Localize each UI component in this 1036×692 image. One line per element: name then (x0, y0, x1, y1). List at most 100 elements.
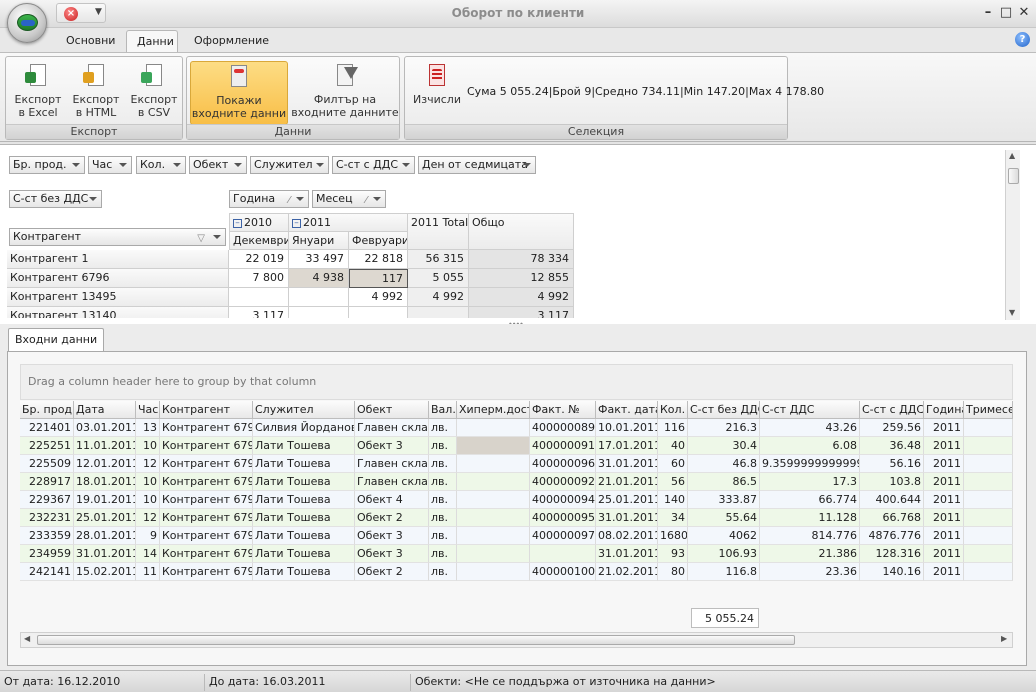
column-field-month[interactable]: Месец ⁄ (312, 190, 386, 208)
grid-cell[interactable] (457, 473, 530, 491)
close-icon[interactable]: × (64, 7, 78, 21)
grid-horizontal-scrollbar[interactable]: ◀ ▶ (20, 632, 1013, 648)
column-header[interactable]: Обект (355, 401, 429, 419)
grid-cell[interactable]: Обект 3 (355, 527, 429, 545)
grid-cell[interactable]: Силвия Йорданова (253, 419, 355, 437)
grid-cell[interactable]: Обект 2 (355, 509, 429, 527)
grid-cell[interactable]: 56 (658, 473, 688, 491)
grid-cell[interactable] (457, 563, 530, 581)
column-header[interactable]: Бр. прод. (20, 401, 74, 419)
grid-cell[interactable]: лв. (429, 527, 457, 545)
grid-cell[interactable]: 10 (136, 491, 160, 509)
grid-cell[interactable]: 12 (136, 455, 160, 473)
col-header-month[interactable]: Декември (229, 232, 289, 250)
grid-cell[interactable]: 10 (136, 437, 160, 455)
column-header[interactable]: Час (136, 401, 160, 419)
grid-cell[interactable]: 4062 (688, 527, 760, 545)
grid-cell[interactable]: лв. (429, 491, 457, 509)
filter-field-sale-no[interactable]: Бр. прод. (9, 156, 85, 174)
grid-cell[interactable]: 15.02.2011 (74, 563, 136, 581)
scroll-down-icon[interactable]: ▼ (1009, 308, 1015, 317)
group-by-panel[interactable]: Drag a column header here to group by th… (20, 364, 1013, 400)
grid-cell[interactable]: Главен склад (355, 455, 429, 473)
grid-cell[interactable]: 4876.776 (860, 527, 924, 545)
grid-cell[interactable]: 10.01.2011 (596, 419, 658, 437)
pivot-cell[interactable]: 7 800 (229, 269, 289, 288)
col-header-2011[interactable]: –2011 (289, 213, 408, 232)
grid-cell[interactable]: 400.644 (860, 491, 924, 509)
pivot-cell[interactable]: 4 992 (349, 288, 408, 307)
scroll-thumb[interactable] (37, 635, 795, 645)
grid-cell[interactable] (964, 455, 1013, 473)
grid-cell[interactable]: Контрагент 6796 (160, 563, 253, 581)
grid-cell[interactable]: 46.8 (688, 455, 760, 473)
column-header[interactable]: Вал. (429, 401, 457, 419)
help-icon[interactable]: ? (1015, 32, 1030, 47)
grid-cell[interactable]: 31.01.2011 (74, 545, 136, 563)
row-field-counterparty[interactable]: Контрагент ▽ (9, 228, 226, 246)
grid-cell[interactable]: Главен склад (355, 419, 429, 437)
grid-cell[interactable] (964, 419, 1013, 437)
grid-cell[interactable]: Лати Тошева (253, 509, 355, 527)
grid-cell[interactable]: 12 (136, 509, 160, 527)
grid-cell[interactable] (964, 491, 1013, 509)
pivot-cell[interactable]: 4 992 (469, 288, 574, 307)
grid-cell[interactable]: 6.08 (760, 437, 860, 455)
customize-qat-icon[interactable]: ▼ (95, 7, 102, 17)
pivot-vertical-scrollbar[interactable]: ▲ ▼ (1005, 150, 1020, 320)
grid-cell[interactable]: 140 (658, 491, 688, 509)
grid-cell[interactable]: Контрагент 6796 (160, 473, 253, 491)
grid-cell[interactable]: Контрагент 6796 (160, 419, 253, 437)
tab-main[interactable]: Основни (56, 30, 125, 52)
pivot-cell-selected[interactable]: 117 (349, 269, 408, 288)
grid-cell[interactable] (457, 437, 530, 455)
column-header[interactable]: С-ст без ДДС (688, 401, 760, 419)
pivot-cell[interactable]: 22 818 (349, 250, 408, 269)
grid-cell[interactable]: 233359 (20, 527, 74, 545)
grid-cell[interactable] (457, 527, 530, 545)
export-html-button[interactable]: Експорт в HTML (68, 61, 124, 119)
grid-cell[interactable]: 21.386 (760, 545, 860, 563)
scroll-up-icon[interactable]: ▲ (1009, 151, 1015, 160)
grid-cell[interactable]: 11.128 (760, 509, 860, 527)
column-header[interactable]: Кол. (658, 401, 688, 419)
pivot-cell[interactable]: 22 019 (229, 250, 289, 269)
col-header-month[interactable]: Февруари (349, 232, 408, 250)
grid-cell[interactable]: 25.01.2011 (596, 491, 658, 509)
grid-cell[interactable]: 2011 (924, 491, 964, 509)
column-header[interactable]: Дата (74, 401, 136, 419)
grid-cell[interactable]: 814.776 (760, 527, 860, 545)
grid-cell[interactable]: Лати Тошева (253, 563, 355, 581)
grid-cell[interactable]: 11 (136, 563, 160, 581)
grid-cell[interactable]: 2011 (924, 527, 964, 545)
pivot-cell[interactable]: 12 855 (469, 269, 574, 288)
column-header[interactable]: Тримесеч (964, 401, 1013, 419)
export-excel-button[interactable]: Експорт в Excel (10, 61, 66, 119)
filter-field-price-vat[interactable]: С-ст с ДДС (332, 156, 415, 174)
grid-cell[interactable]: 2011 (924, 455, 964, 473)
column-header[interactable]: Контрагент (160, 401, 253, 419)
grid-cell[interactable]: 225509 (20, 455, 74, 473)
pivot-cell[interactable] (289, 288, 349, 307)
grid-cell[interactable]: 30.4 (688, 437, 760, 455)
grid-cell[interactable]: 31.01.2011 (596, 455, 658, 473)
grid-cell[interactable]: Обект 2 (355, 563, 429, 581)
tab-input-data[interactable]: Входни данни (8, 328, 105, 352)
grid-cell[interactable]: 225251 (20, 437, 74, 455)
grid-cell[interactable]: 4000000962 (530, 455, 596, 473)
grid-cell[interactable]: 13 (136, 419, 160, 437)
grid-cell[interactable]: 80 (658, 563, 688, 581)
grid-cell[interactable]: лв. (429, 419, 457, 437)
grid-cell[interactable]: 242141 (20, 563, 74, 581)
column-header[interactable]: Година (924, 401, 964, 419)
grid-cell[interactable]: 21.01.2011 (596, 473, 658, 491)
grid-cell[interactable]: 17.3 (760, 473, 860, 491)
grid-cell[interactable]: 60 (658, 455, 688, 473)
scroll-right-icon[interactable]: ▶ (1001, 634, 1007, 643)
grid-cell[interactable]: Контрагент 6796 (160, 545, 253, 563)
grid-cell[interactable]: 232231 (20, 509, 74, 527)
filter-input-data-button[interactable]: Филтър на входните данните (291, 61, 399, 119)
grid-cell[interactable]: Лати Тошева (253, 545, 355, 563)
col-header-2011-total[interactable]: 2011 Total (408, 213, 469, 250)
grid-cell[interactable]: 19.01.2011 (74, 491, 136, 509)
